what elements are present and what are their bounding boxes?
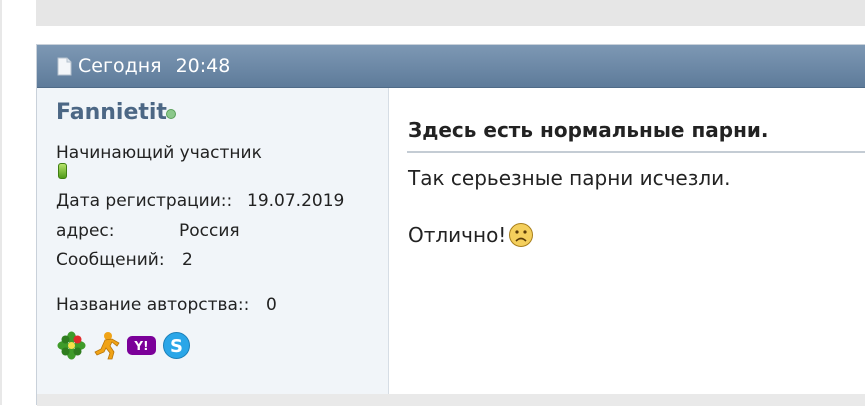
address-row: адрес: Россия — [56, 221, 240, 241]
aim-icon[interactable] — [91, 330, 122, 361]
page-left-border — [0, 0, 2, 405]
post-body-line-2: Отлично! — [408, 222, 534, 248]
username-link[interactable]: Fannietit — [56, 100, 167, 125]
skype-icon[interactable]: S — [161, 330, 192, 361]
posts-count-value: 2 — [182, 250, 193, 270]
svg-text:S: S — [170, 336, 183, 357]
im-icons: Y! S — [56, 330, 192, 361]
award-label: Название авторства:: — [56, 295, 250, 315]
registration-date-label: Дата регистрации:: — [56, 191, 233, 211]
post-footer-bar — [37, 394, 865, 406]
previous-post-footer — [36, 0, 865, 26]
user-info-panel: Fannietit Начинающий участник Дата регис… — [37, 88, 389, 394]
sad-smiley-icon — [509, 223, 534, 247]
post-date: Сегодня — [78, 55, 162, 77]
title-divider — [407, 151, 865, 153]
post-content: Здесь есть нормальные парни. Так серьезн… — [390, 88, 865, 394]
user-title: Начинающий участник — [56, 143, 262, 163]
registration-date-value: 19.07.2019 — [247, 191, 345, 211]
online-status-icon — [166, 109, 176, 119]
yahoo-icon[interactable]: Y! — [126, 330, 157, 361]
post-header: Сегодня 20:48 — [37, 45, 865, 88]
post-time: 20:48 — [175, 55, 231, 77]
document-icon — [57, 57, 72, 75]
award-value: 0 — [266, 295, 277, 315]
registration-date-row: Дата регистрации:: 19.07.2019 — [56, 191, 344, 211]
posts-count-label: Сообщений: — [56, 250, 165, 270]
post-title: Здесь есть нормальные парни. — [408, 118, 769, 142]
post-body-line-2-text: Отлично! — [408, 223, 507, 247]
posts-count-row: Сообщений: 2 — [56, 250, 193, 270]
reputation-icon — [58, 163, 67, 179]
address-value: Россия — [179, 221, 240, 241]
award-row: Название авторства:: 0 — [56, 295, 277, 315]
address-label: адрес: — [56, 221, 115, 241]
icq-icon[interactable] — [56, 330, 87, 361]
post-body-line-1: Так серьезные парни исчезли. — [408, 166, 731, 190]
forum-post: Сегодня 20:48 Fannietit Начинающий участ… — [36, 44, 865, 406]
svg-text:Y!: Y! — [133, 339, 148, 353]
